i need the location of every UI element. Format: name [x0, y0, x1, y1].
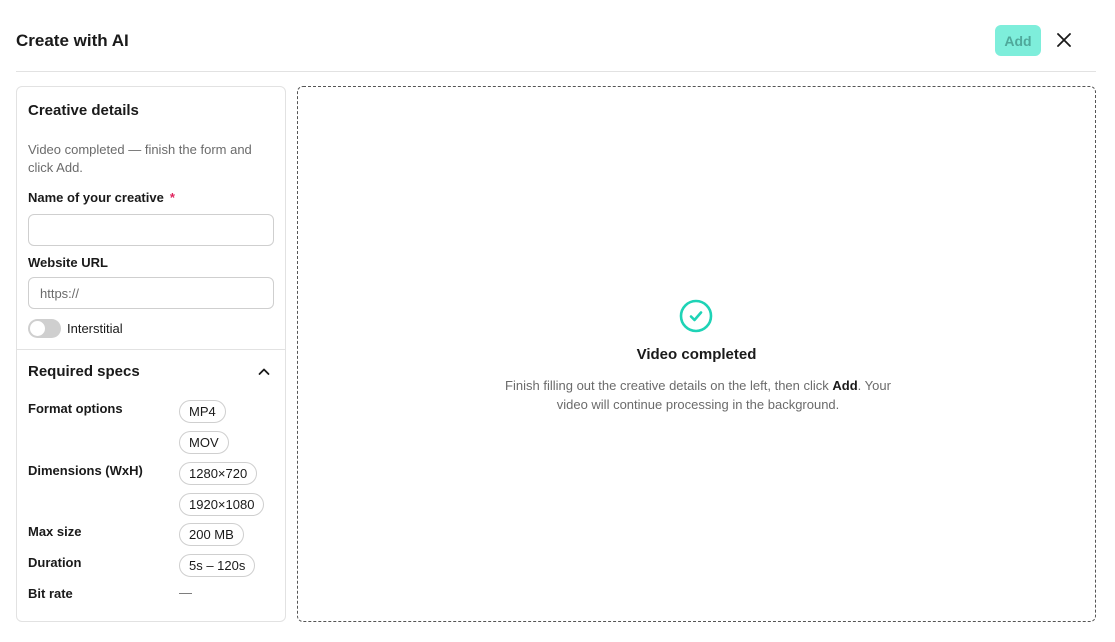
dialog-header: Create with AI: [16, 0, 1096, 72]
url-field-label: Website URL: [28, 255, 108, 270]
interstitial-toggle[interactable]: [28, 319, 61, 338]
required-specs-title: Required specs: [28, 363, 140, 380]
duration-label: Duration: [28, 555, 82, 570]
section-divider: [17, 349, 285, 350]
check-circle-icon: [679, 299, 713, 333]
help-text: Video completed — finish the form and cl…: [28, 142, 252, 175]
website-url-input[interactable]: [28, 277, 274, 309]
format-chip: MP4: [179, 400, 226, 423]
duration-chip: 5s – 120s: [179, 554, 256, 577]
status-title: Video completed: [636, 346, 757, 363]
dimension-chip: 1920×1080: [179, 493, 265, 516]
dimensions-label: Dimensions (WxH): [28, 463, 143, 478]
video-preview-area: Video completed Finish filling out the c…: [297, 86, 1096, 622]
required-mark: *: [169, 190, 175, 205]
dialog-title: Create with AI: [16, 31, 129, 50]
chevron-up-icon[interactable]: [256, 364, 272, 380]
status-message-start: Finish filling out the creative details …: [505, 378, 833, 393]
name-field-label: Name of your creative *: [28, 190, 175, 205]
close-icon[interactable]: [1054, 30, 1074, 50]
format-options-label: Format options: [28, 401, 123, 416]
status-message-emphasis: Add: [832, 378, 858, 393]
max-size-label: Max size: [28, 524, 82, 539]
creative-name-input[interactable]: [28, 214, 274, 246]
dimension-chip: 1280×720: [179, 462, 258, 485]
add-button[interactable]: Add: [995, 25, 1041, 56]
toggle-knob: [30, 321, 45, 336]
max-size-chip: 200 MB: [179, 523, 244, 546]
bitrate-value: —: [179, 585, 192, 600]
creative-details-panel: Creative details Video completed — finis…: [16, 86, 286, 622]
format-chip: MOV: [179, 431, 229, 454]
interstitial-label: Interstitial: [67, 321, 123, 336]
bitrate-label: Bit rate: [28, 586, 73, 601]
creative-details-title: Creative details: [28, 102, 139, 119]
name-label-text: Name of your creative: [28, 190, 164, 205]
status-message: Finish filling out the creative details …: [488, 376, 908, 414]
